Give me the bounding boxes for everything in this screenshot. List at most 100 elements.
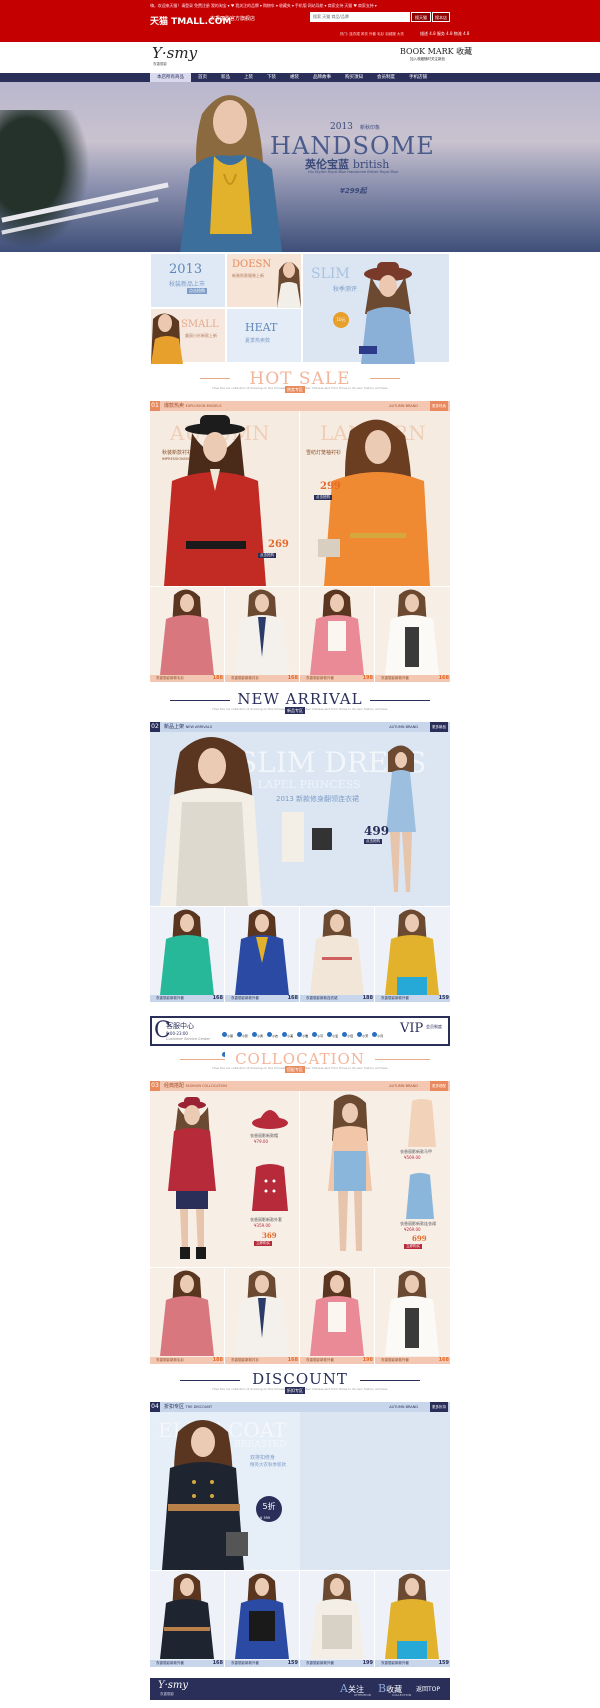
discount-feature[interactable]: ELITE COAT DOUBLE BREASTED 双排扣修身 精英大衣秋季新…: [150, 1412, 450, 1570]
product-price: 159: [438, 1660, 449, 1666]
vest-icon: [408, 1099, 436, 1147]
nav-mobile-shop[interactable]: 手机店铺: [402, 73, 434, 82]
promo-year-button[interactable]: 点击抢购: [187, 288, 207, 294]
nav-membership[interactable]: 会员制度: [370, 73, 402, 82]
nav-dresses[interactable]: 裙装: [283, 73, 306, 82]
promo-tile-doesn[interactable]: DOESN 新装秋款服装上新: [226, 253, 302, 308]
product-card[interactable]: 衣香丽影新款衬衫 168: [225, 1268, 299, 1364]
nav-all-products[interactable]: 本店所有商品: [150, 73, 191, 82]
vip-link[interactable]: VIP: [400, 1021, 423, 1036]
hot-feature-right[interactable]: LANTERN 雪纺灯笼袖衬衫 299 点击抢购: [300, 411, 450, 586]
product-model-image: [235, 1270, 289, 1356]
bookmark-sub: 加入收藏随时关注新品: [410, 57, 445, 61]
footer-logo-sub: 衣香丽影: [160, 1692, 174, 1696]
service-center: C 客服中心 9:00-23:00 Customer Service Cente…: [150, 1016, 450, 1058]
new-arrival-badge[interactable]: 新品专区: [285, 707, 305, 714]
product-price: 199: [362, 1660, 373, 1666]
agent-chat-icon[interactable]: 小爱: [327, 1022, 338, 1041]
section-cn: 爆款热卖: [164, 403, 185, 409]
promo-tile-slim[interactable]: SLIM 秋季测评 10元: [302, 253, 450, 364]
product-card[interactable]: 衣香丽影新款外套 198: [300, 587, 374, 682]
follow-icon: A: [340, 1682, 348, 1695]
more-hot-button[interactable]: 更多热卖: [430, 401, 448, 411]
back-to-top-button[interactable]: 返回TOP: [416, 1684, 440, 1693]
hot-sale-badge[interactable]: 热卖专区: [285, 386, 305, 393]
hero-banner[interactable]: [0, 82, 600, 252]
product-card[interactable]: 衣香丽影新款外套 168: [225, 907, 299, 1002]
more-discount-button[interactable]: 更多折扣: [430, 1402, 448, 1412]
brand-logo[interactable]: Y·smy: [152, 44, 197, 62]
product-card[interactable]: 衣香丽影新款外套 159: [375, 907, 450, 1002]
product-card[interactable]: 衣香丽影新款连衣裙 188: [300, 907, 374, 1002]
hot-left-price: 269: [268, 539, 289, 550]
agent-chat-icon[interactable]: 小佳: [342, 1022, 353, 1041]
bookmark-link[interactable]: BOOK MARK 收藏: [400, 46, 472, 57]
nav-bottoms[interactable]: 下装: [260, 73, 283, 82]
promo-tile-2013[interactable]: 2013 秋装新品上市 点击抢购: [150, 253, 226, 308]
search-shop-button[interactable]: 搜本店: [432, 12, 450, 22]
nav-brand-story[interactable]: 品牌故事: [306, 73, 338, 82]
product-card[interactable]: 衣香丽影新款外套 168: [150, 1571, 224, 1667]
new-arrival-feature[interactable]: SLIM DRESS LAPEL PRINCESS 2013 新款修身翻领连衣裙…: [150, 732, 450, 906]
agent-chat-icon[interactable]: 小丽: [222, 1022, 233, 1041]
nav-new[interactable]: 新品: [214, 73, 237, 82]
product-card[interactable]: 衣香丽影新款外套 168: [375, 1268, 450, 1364]
product-card[interactable]: 衣香丽影新款外套 159: [375, 1571, 450, 1667]
product-model-image: [385, 909, 439, 995]
arrival-buy-button[interactable]: 点击抢购: [364, 839, 382, 844]
col-buy-button[interactable]: 立即购买: [254, 1241, 272, 1246]
promo-small-cn: 美丽小衫新款上新: [185, 333, 217, 338]
promo-tile-heat[interactable]: HEAT 夏季热卖款: [226, 308, 302, 363]
nav-purchase-notes[interactable]: 购买须知: [338, 73, 370, 82]
agent-chat-icon[interactable]: 小影: [237, 1022, 248, 1041]
promo-model-image: [277, 262, 301, 308]
footer-logo[interactable]: Y·smy: [158, 1680, 188, 1691]
search-input[interactable]: 搜索 天猫 商品/品牌: [310, 12, 410, 22]
discount-badge[interactable]: 折扣专区: [285, 1387, 305, 1394]
col-buy-button[interactable]: 立即购买: [404, 1244, 422, 1249]
section-right: AUTUMN BRAND: [389, 1084, 418, 1088]
product-model-image: [160, 1573, 214, 1659]
collocation-badge[interactable]: 搭配专区: [285, 1066, 305, 1073]
product-card[interactable]: 衣香丽影新款外套 168: [375, 587, 450, 682]
agent-chat-icon[interactable]: 小美: [282, 1022, 293, 1041]
agent-chat-icon[interactable]: 小可: [312, 1022, 323, 1041]
nav-tops[interactable]: 上装: [237, 73, 260, 82]
agent-chat-icon[interactable]: 小衣: [267, 1022, 278, 1041]
product-price: 168: [438, 1357, 449, 1363]
product-card[interactable]: 衣香丽影新款外套 198: [300, 1268, 374, 1364]
agent-chat-icon[interactable]: 小香: [252, 1022, 263, 1041]
product-card[interactable]: 衣香丽影新款外套 199: [300, 1571, 374, 1667]
col-item2-price: ¥359.00: [254, 1223, 271, 1228]
collocation-set-2[interactable]: 衣香丽影新款马甲 ¥569.00 衣香丽影新款连衣裙 ¥269.00 699 立…: [300, 1091, 450, 1267]
hero-price[interactable]: ¥299起: [340, 186, 366, 196]
product-card[interactable]: 衣香丽影新款外套 159: [225, 1571, 299, 1667]
product-card[interactable]: 衣香丽影新款毛衫 188: [150, 587, 224, 682]
hero-small-copy: Hiu Stylish Royal Blue Handsome British …: [308, 170, 399, 174]
product-model-image: [310, 589, 364, 675]
service-hours: 9:00-23:00: [166, 1031, 188, 1036]
tmall-top-links[interactable]: 嗨，欢迎来天猫！请登录 免费注册 我的淘宝 ▾ ♥ 我关注的品牌 ▾ 购物车 ▾…: [150, 1, 600, 10]
agent-chat-icon[interactable]: 小雅: [297, 1022, 308, 1041]
hot-left-buy-button[interactable]: 点击抢购: [258, 553, 276, 558]
promo-coupon-badge[interactable]: 10元: [333, 312, 349, 328]
more-collocation-button[interactable]: 更多搭配: [430, 1081, 448, 1091]
vip-cn[interactable]: 会员制度: [426, 1024, 442, 1030]
shop-name[interactable]: 衣香丽影官方旗舰店: [210, 15, 255, 22]
search-tmall-button[interactable]: 搜天猫: [411, 12, 431, 22]
promo-tile-small[interactable]: SMALL 美丽小衫新款上新: [150, 308, 226, 364]
section-cn: 经典搭配: [164, 1083, 185, 1089]
more-new-button[interactable]: 更多新品: [430, 722, 448, 732]
section-en: THE DISCOUNT: [185, 1405, 213, 1409]
follow-en: ATTENTION: [354, 1693, 371, 1697]
agent-chat-icon[interactable]: 小芳: [357, 1022, 368, 1041]
collocation-set-1[interactable]: 衣香丽影新款帽 ¥79.00 衣香丽影新款外套 ¥359.00 369 立即购买: [150, 1091, 299, 1267]
product-card[interactable]: 衣香丽影新款毛衫 188: [150, 1268, 224, 1364]
hot-feature-left[interactable]: AUTUMN 秋装新款衬衫 IMPRESSIONSHIP 269 点击抢购: [150, 411, 299, 586]
section-number: 01: [150, 401, 160, 411]
agent-chat-icon[interactable]: 小月: [372, 1022, 383, 1041]
product-card[interactable]: 衣香丽影新款外套 168: [150, 907, 224, 1002]
nav-home[interactable]: 首页: [191, 73, 214, 82]
product-card[interactable]: 衣香丽影新款衬衫 168: [225, 587, 299, 682]
hot-right-buy-button[interactable]: 点击抢购: [314, 495, 332, 500]
